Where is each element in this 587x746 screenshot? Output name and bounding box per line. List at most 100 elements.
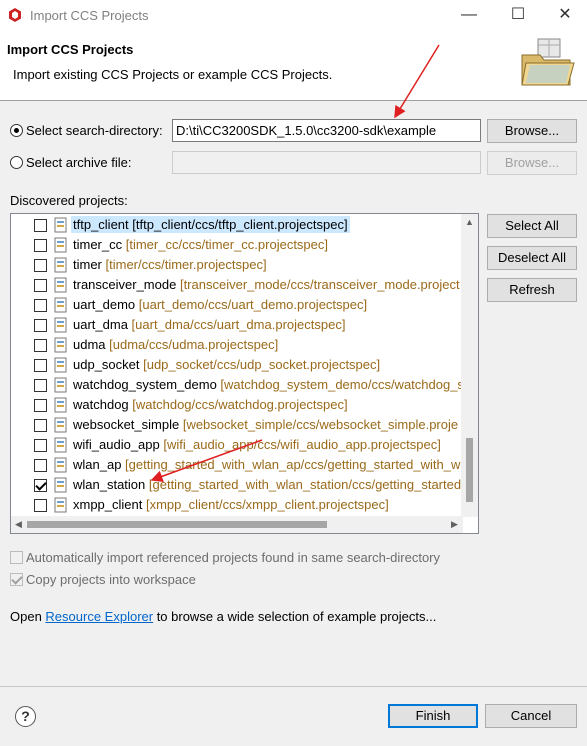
project-path: [getting_started_with_wlan_station/ccs/g…: [148, 477, 469, 492]
project-row[interactable]: uart_demo [uart_demo/ccs/uart_demo.proje…: [11, 295, 463, 315]
wizard-header: Import CCS Projects Import existing CCS …: [0, 31, 587, 101]
project-row[interactable]: websocket_simple [websocket_simple/ccs/w…: [11, 415, 463, 435]
projectspec-file-icon: [54, 397, 67, 413]
discovered-projects-label: Discovered projects:: [10, 193, 128, 208]
projectspec-file-icon: [54, 437, 67, 453]
project-path: [getting_started_with_wlan_ap/ccs/gettin…: [125, 457, 471, 472]
resource-explorer-link[interactable]: Resource Explorer: [45, 609, 153, 624]
cancel-button[interactable]: Cancel: [485, 704, 577, 728]
search-directory-input[interactable]: D:\ti\CC3200SDK_1.5.0\cc3200-sdk\example: [172, 119, 481, 142]
search-directory-label: Select search-directory:: [26, 123, 163, 138]
page-title: Import CCS Projects: [7, 42, 134, 57]
footer-separator: [0, 686, 587, 687]
ccs-app-icon: [9, 8, 21, 22]
project-path: [timer_cc/ccs/timer_cc.projectspec]: [125, 237, 329, 252]
project-path: [timer/ccs/timer.projectspec]: [105, 257, 267, 272]
project-checkbox[interactable]: [34, 259, 47, 272]
project-checkbox[interactable]: [34, 379, 47, 392]
project-checkbox[interactable]: [34, 319, 47, 332]
browse-archive-button[interactable]: Browse...: [487, 151, 577, 175]
horizontal-scroll-thumb[interactable]: [27, 521, 327, 528]
project-name: udma [udma/ccs/udma.projectspec]: [73, 337, 279, 352]
project-name: timer_cc [timer_cc/ccs/timer_cc.projects…: [73, 237, 329, 252]
title-bar: Import CCS Projects — ☐ ✕: [0, 0, 587, 31]
refresh-button[interactable]: Refresh: [487, 278, 577, 302]
project-checkbox[interactable]: [34, 339, 47, 352]
search-directory-radio[interactable]: [10, 124, 23, 137]
project-path: [udp_socket/ccs/udp_socket.projectspec]: [143, 357, 381, 372]
project-row[interactable]: xmpp_client [xmpp_client/ccs/xmpp_client…: [11, 495, 463, 515]
maximize-button[interactable]: ☐: [508, 6, 528, 24]
finish-button[interactable]: Finish: [388, 704, 478, 728]
project-checkbox[interactable]: [34, 479, 47, 492]
project-checkbox[interactable]: [34, 299, 47, 312]
projectspec-file-icon: [54, 297, 67, 313]
project-checkbox[interactable]: [34, 499, 47, 512]
projectspec-file-icon: [54, 477, 67, 493]
projectspec-file-icon: [54, 237, 67, 253]
projectspec-file-icon: [54, 257, 67, 273]
project-checkbox[interactable]: [34, 219, 47, 232]
project-name: tftp_client [tftp_client/ccs/tftp_client…: [71, 216, 350, 233]
project-name: websocket_simple [websocket_simple/ccs/w…: [73, 417, 459, 432]
project-row[interactable]: uart_dma [uart_dma/ccs/uart_dma.projects…: [11, 315, 463, 335]
resource-explorer-text: Open Resource Explorer to browse a wide …: [10, 609, 436, 624]
project-row[interactable]: udma [udma/ccs/udma.projectspec]: [11, 335, 463, 355]
project-row[interactable]: udp_socket [udp_socket/ccs/udp_socket.pr…: [11, 355, 463, 375]
project-row[interactable]: wlan_ap [getting_started_with_wlan_ap/cc…: [11, 455, 470, 475]
project-name: udp_socket [udp_socket/ccs/udp_socket.pr…: [73, 357, 381, 372]
project-row[interactable]: watchdog_system_demo [watchdog_system_de…: [11, 375, 464, 395]
deselect-all-button[interactable]: Deselect All: [487, 246, 577, 270]
project-checkbox[interactable]: [34, 239, 47, 252]
archive-file-input[interactable]: [172, 151, 481, 174]
browse-directory-button[interactable]: Browse...: [487, 119, 577, 143]
project-row[interactable]: transceiver_mode [transceiver_mode/ccs/t…: [11, 275, 463, 295]
project-path: [watchdog_system_demo/ccs/watchdog_s: [220, 377, 464, 392]
project-path: [uart_demo/ccs/uart_demo.projectspec]: [138, 297, 368, 312]
project-row[interactable]: timer_cc [timer_cc/ccs/timer_cc.projects…: [11, 235, 463, 255]
archive-file-radio[interactable]: [10, 156, 23, 169]
project-path: [uart_dma/ccs/uart_dma.projectspec]: [131, 317, 346, 332]
project-checkbox[interactable]: [34, 359, 47, 372]
help-icon[interactable]: ?: [15, 706, 36, 727]
project-name: timer [timer/ccs/timer.projectspec]: [73, 257, 267, 272]
footer-text-after: to browse a wide selection of example pr…: [153, 609, 437, 624]
projectspec-file-icon: [54, 417, 67, 433]
minimize-button[interactable]: —: [459, 6, 479, 24]
horizontal-scrollbar[interactable]: ◀ ▶: [11, 516, 463, 533]
project-checkbox[interactable]: [34, 459, 47, 472]
auto-import-label: Automatically import referenced projects…: [26, 550, 441, 565]
project-row[interactable]: wifi_audio_app [wifi_audio_app/ccs/wifi_…: [11, 435, 463, 455]
project-name: wlan_ap [getting_started_with_wlan_ap/cc…: [73, 457, 471, 472]
projectspec-file-icon: [54, 337, 67, 353]
project-name: watchdog [watchdog/ccs/watchdog.projects…: [73, 397, 348, 412]
copy-into-workspace-label: Copy projects into workspace: [26, 572, 196, 587]
select-all-button[interactable]: Select All: [487, 214, 577, 238]
vertical-scrollbar[interactable]: ▲: [461, 214, 478, 517]
footer-text-before: Open: [10, 609, 46, 624]
discovered-projects-list[interactable]: xmpp_client [xmpp_client/ccs/xmpp_client…: [10, 213, 479, 534]
auto-import-checkbox[interactable]: [10, 551, 23, 564]
project-row[interactable]: tftp_client [tftp_client/ccs/tftp_client…: [11, 215, 463, 235]
close-button[interactable]: ✕: [555, 6, 575, 24]
project-path: [watchdog/ccs/watchdog.projectspec]: [132, 397, 348, 412]
project-row[interactable]: wlan_station [getting_started_with_wlan_…: [11, 475, 468, 495]
project-name: watchdog_system_demo [watchdog_system_de…: [73, 377, 464, 392]
projectspec-file-icon: [54, 277, 67, 293]
project-checkbox[interactable]: [34, 439, 47, 452]
project-name: wifi_audio_app [wifi_audio_app/ccs/wifi_…: [73, 437, 441, 452]
scroll-right-icon[interactable]: ▶: [451, 519, 458, 530]
project-row[interactable]: timer [timer/ccs/timer.projectspec]: [11, 255, 463, 275]
project-checkbox[interactable]: [34, 399, 47, 412]
import-folder-icon: [521, 38, 575, 86]
project-path: [websocket_simple/ccs/websocket_simple.p…: [182, 417, 459, 432]
project-row[interactable]: watchdog [watchdog/ccs/watchdog.projects…: [11, 395, 463, 415]
vertical-scroll-thumb[interactable]: [466, 438, 473, 502]
scroll-left-icon[interactable]: ◀: [15, 519, 22, 530]
scroll-up-icon[interactable]: ▲: [465, 217, 474, 227]
copy-into-workspace-checkbox[interactable]: [10, 573, 23, 586]
project-name: wlan_station [getting_started_with_wlan_…: [73, 477, 469, 492]
project-checkbox[interactable]: [34, 279, 47, 292]
projectspec-file-icon: [54, 377, 67, 393]
project-checkbox[interactable]: [34, 419, 47, 432]
